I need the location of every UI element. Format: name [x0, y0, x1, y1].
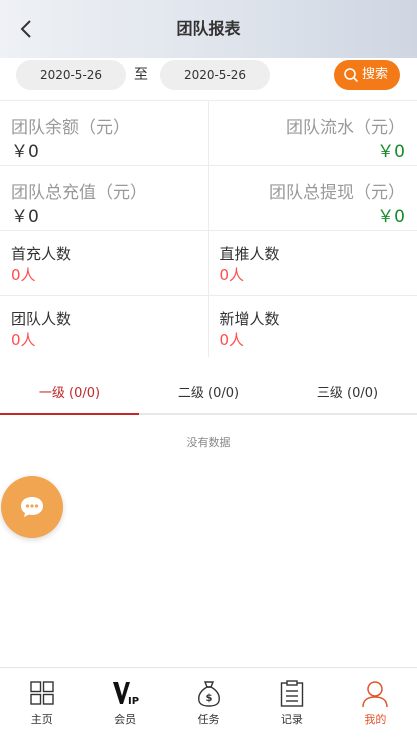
- chat-button[interactable]: [1, 476, 63, 538]
- new-members-label: 新增人数: [219, 310, 280, 328]
- team-members-label: 团队人数: [11, 310, 72, 328]
- svg-text:$: $: [205, 693, 212, 704]
- team-members-card: 团队人数 0人: [0, 296, 209, 360]
- svg-text:IP: IP: [128, 696, 139, 706]
- tabbar-records[interactable]: 记录: [250, 668, 333, 738]
- chat-bubble-icon: [21, 497, 43, 517]
- first-recharge-value: 0人: [11, 266, 36, 284]
- bottom-tab-bar: 主页 IP 会员 $ 任务 记录 我的: [0, 667, 417, 738]
- grid-icon: [30, 681, 54, 705]
- section-gap: [0, 357, 417, 375]
- end-date-picker[interactable]: 2020-5-26: [160, 60, 270, 90]
- team-recharge-label: 团队总充值（元）: [11, 183, 147, 203]
- new-members-value: 0人: [219, 331, 245, 349]
- team-turnover-card: 团队流水（元） ￥0: [209, 101, 417, 165]
- tabbar-home[interactable]: 主页: [0, 668, 83, 738]
- tabbar-records-label: 记录: [280, 713, 303, 726]
- team-recharge-value: ￥0: [11, 207, 39, 227]
- first-recharge-card: 首充人数 0人: [0, 231, 209, 295]
- tab-level-1[interactable]: 一级 (0/0): [0, 375, 139, 415]
- level-tabs: 一级 (0/0) 二级 (0/0) 三级 (0/0): [0, 375, 417, 415]
- team-turnover-value: ￥0: [377, 142, 405, 162]
- team-withdraw-value: ￥0: [377, 207, 405, 227]
- tab-level-3[interactable]: 三级 (0/0): [278, 375, 417, 413]
- tab-level-2[interactable]: 二级 (0/0): [139, 375, 278, 413]
- vip-icon: IP: [113, 682, 139, 706]
- team-turnover-label: 团队流水（元）: [286, 118, 405, 138]
- team-balance-label: 团队余额（元）: [11, 118, 130, 138]
- direct-referrals-card: 直推人数 0人: [209, 231, 417, 295]
- stats-grid: 团队余额（元） ￥0 团队流水（元） ￥0 团队总充值（元） ￥0 团队总提现（…: [0, 100, 417, 361]
- user-icon: [362, 681, 389, 708]
- search-label: 搜索: [362, 67, 389, 82]
- direct-referrals-label: 直推人数: [219, 245, 280, 263]
- tabbar-mine[interactable]: 我的: [334, 668, 417, 738]
- start-date-picker[interactable]: 2020-5-26: [16, 60, 126, 90]
- search-icon: [344, 68, 359, 83]
- team-balance-value: ￥0: [11, 142, 39, 162]
- clipboard-icon: [280, 680, 304, 707]
- date-separator: 至: [134, 67, 148, 83]
- money-bag-icon: $: [197, 681, 220, 707]
- empty-state-text: 没有数据: [186, 436, 231, 449]
- tabbar-vip-label: 会员: [114, 713, 137, 726]
- page-title: 团队报表: [176, 19, 241, 38]
- tabbar-mine-label: 我的: [364, 713, 387, 726]
- direct-referrals-value: 0人: [219, 266, 245, 284]
- tabbar-vip[interactable]: IP 会员: [83, 668, 166, 738]
- tabbar-home-label: 主页: [30, 713, 53, 726]
- team-members-value: 0人: [11, 331, 36, 349]
- new-members-card: 新增人数 0人: [209, 296, 417, 360]
- team-balance-card: 团队余额（元） ￥0: [0, 101, 209, 165]
- team-withdraw-card: 团队总提现（元） ￥0: [209, 166, 417, 230]
- search-button[interactable]: 搜索: [334, 60, 400, 90]
- tabbar-task-label: 任务: [197, 713, 220, 726]
- header-bar: 团队报表: [0, 0, 417, 58]
- date-filter: 2020-5-26 至 2020-5-26 搜索: [0, 58, 417, 100]
- team-recharge-card: 团队总充值（元） ￥0: [0, 166, 209, 230]
- tabbar-task[interactable]: $ 任务: [167, 668, 250, 738]
- first-recharge-label: 首充人数: [11, 245, 72, 263]
- team-withdraw-label: 团队总提现（元）: [269, 183, 405, 203]
